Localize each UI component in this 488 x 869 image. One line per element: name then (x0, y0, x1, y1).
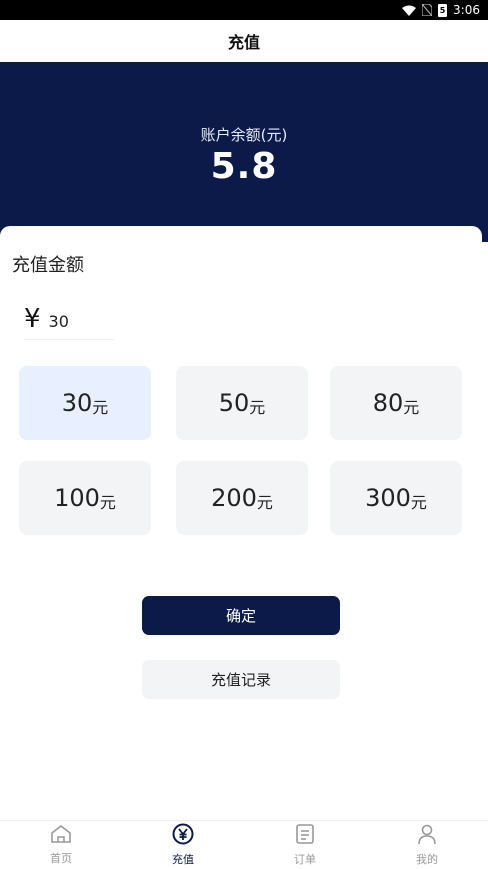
tab-profile[interactable]: 我的 (366, 821, 488, 869)
amount-option-value: 200 (211, 484, 257, 512)
currency-symbol: ¥ (24, 303, 41, 334)
amount-option-unit: 元 (92, 398, 109, 417)
status-time: 3:06 (453, 3, 480, 17)
page-header: 充值 (0, 20, 488, 62)
wifi-icon (402, 5, 417, 16)
amount-option-50[interactable]: 50 元 (176, 366, 308, 440)
tab-orders[interactable]: 订单 (244, 821, 366, 869)
amount-option-value: 100 (54, 484, 100, 512)
amount-option-300[interactable]: 300 元 (330, 461, 462, 535)
recharge-history-button[interactable]: 充值记录 (142, 660, 340, 699)
status-bar: 5 3:06 (0, 0, 488, 20)
amount-option-80[interactable]: 80 元 (330, 366, 462, 440)
amount-option-unit: 元 (99, 493, 116, 512)
tab-label: 充值 (172, 853, 194, 866)
balance-value: 5.8 (210, 146, 278, 187)
page-title: 充值 (227, 33, 260, 52)
amount-option-value: 30 (61, 389, 93, 417)
tab-label: 订单 (294, 853, 316, 866)
balance-label: 账户余额(元) (200, 126, 288, 144)
tab-label: 我的 (416, 853, 438, 866)
confirm-button[interactable]: 确定 (142, 596, 340, 635)
yen-circle-icon (171, 823, 195, 849)
recharge-card: 充值金额 ¥ 30元 50元 80元 100元 200元 300元 确定 充值记… (0, 226, 482, 826)
home-icon (49, 824, 73, 848)
recharge-amount-title: 充值金额 (12, 255, 84, 276)
amount-input-row: ¥ (24, 298, 114, 340)
battery-icon: 5 (438, 3, 448, 17)
tab-recharge[interactable]: 充值 (122, 821, 244, 869)
balance-panel: 账户余额(元) 5.8 (0, 62, 488, 242)
amount-option-unit: 元 (403, 398, 420, 417)
amount-option-100[interactable]: 100 元 (19, 461, 151, 535)
amount-option-200[interactable]: 200 元 (176, 461, 308, 535)
user-icon (416, 823, 438, 849)
amount-option-value: 50 (218, 389, 250, 417)
amount-option-unit: 元 (249, 398, 266, 417)
amount-input[interactable] (48, 306, 99, 331)
amount-option-unit: 元 (410, 493, 427, 512)
amount-option-30[interactable]: 30 元 (19, 366, 151, 440)
no-sim-icon (422, 4, 433, 16)
amount-option-value: 80 (372, 389, 404, 417)
order-list-icon (294, 823, 316, 849)
bottom-tab-bar: 首页 充值 订单 我的 (0, 820, 488, 869)
tab-label: 首页 (50, 852, 72, 865)
amount-option-value: 300 (365, 484, 411, 512)
tab-home[interactable]: 首页 (0, 821, 122, 869)
amount-option-unit: 元 (256, 493, 273, 512)
